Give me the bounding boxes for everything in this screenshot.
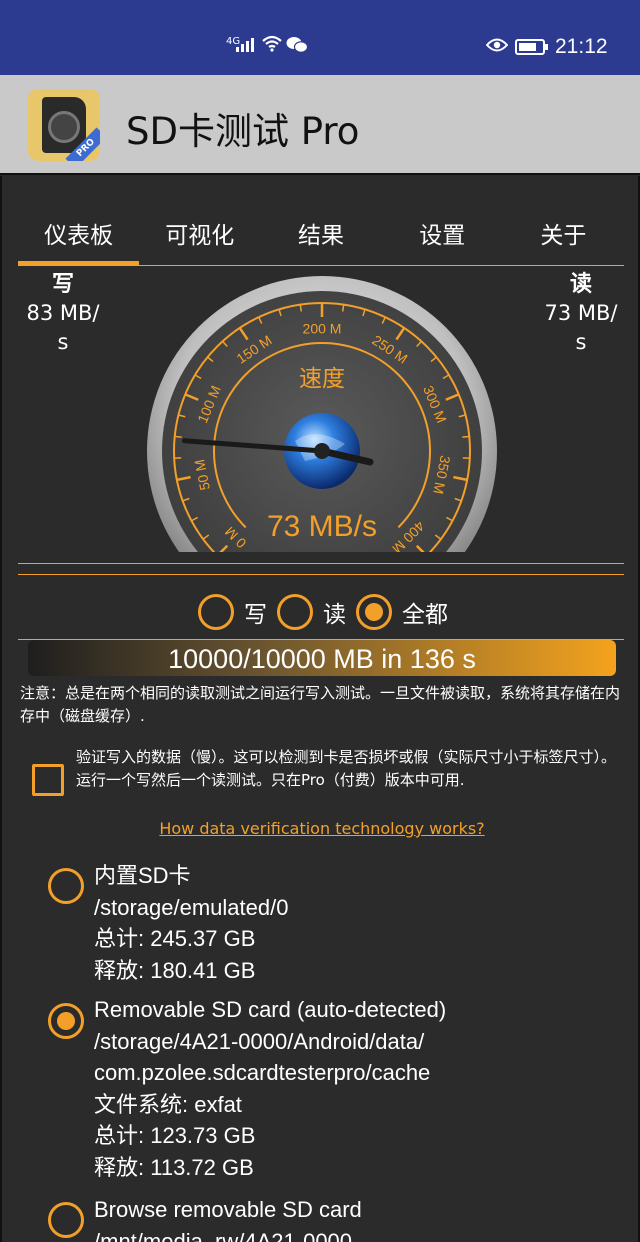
storage-removable-radio[interactable] [48, 1003, 84, 1039]
storage-internal-path: /storage/emulated/0 [94, 894, 289, 920]
tab-about[interactable]: 关于 [503, 204, 624, 264]
read-label: 读 [569, 272, 592, 297]
wechat-icon [286, 37, 308, 53]
storage-browse-radio[interactable] [48, 1202, 84, 1238]
tab-bar: 仪表板 可视化 结果 设置 关于 [18, 204, 624, 265]
write-value-line2: s [57, 330, 69, 354]
app-title: SD卡测试 Pro [126, 110, 360, 153]
needle-hub [314, 443, 330, 459]
signal-icon [236, 38, 254, 52]
battery-icon [515, 39, 548, 55]
tab-dashboard[interactable]: 仪表板 [18, 204, 140, 265]
read-value-line1: 73 MB/ [544, 301, 618, 325]
gauge-tick [174, 435, 182, 438]
verification-help-link[interactable]: How data verification technology works? [2, 819, 640, 838]
verify-data-label: 验证写入的数据（慢）。这可以检测到卡是否损坏或假（实际尺寸小于标签尺寸）。运行一… [76, 748, 617, 789]
speedometer-gauge: 0 M50 M100 M150 M200 M250 M300 M350 M400… [147, 276, 497, 552]
write-value-line1: 83 MB/ [26, 301, 100, 325]
gauge-tick [299, 304, 303, 312]
mode-write-radio[interactable] [198, 594, 234, 630]
read-value-line2: s [575, 330, 587, 354]
wifi-icon [262, 35, 282, 52]
tab-settings[interactable]: 设置 [382, 204, 503, 264]
gauge-tick-label: 200 M [303, 321, 342, 337]
storage-removable-fs: 文件系统: exfat [94, 1091, 242, 1117]
storage-browse-name: Browse removable SD card [94, 1197, 362, 1222]
mode-write-label[interactable]: 写 [244, 595, 267, 629]
app-bar: PRO SD卡测试 Pro [0, 75, 640, 175]
storage-internal-radio[interactable] [48, 868, 84, 904]
gauge-tick [462, 435, 470, 438]
app-logo-icon: PRO [28, 89, 100, 161]
storage-browse-path: /mnt/media_rw/4A21-0000 [94, 1228, 353, 1242]
mode-read-radio[interactable] [277, 594, 313, 630]
write-speed-stat: 写 83 MB/ s [18, 270, 108, 357]
storage-removable-total: 总计: 123.73 GB [94, 1123, 256, 1148]
storage-internal-free: 释放: 180.41 GB [94, 957, 256, 983]
storage-removable-path2: com.pzolee.sdcardtesterpro/cache [94, 1060, 431, 1085]
storage-removable-free: 释放: 113.72 GB [94, 1154, 254, 1180]
storage-browse-option[interactable]: Browse removable SD card /mnt/media_rw/4… [94, 1194, 614, 1242]
tab-divider [18, 265, 624, 266]
storage-internal-total: 总计: 245.37 GB [94, 926, 256, 951]
tab-results[interactable]: 结果 [260, 204, 381, 264]
dashboard-panel: 仪表板 可视化 结果 设置 关于 写 83 MB/ s 读 73 MB/ s 0… [0, 176, 640, 1242]
gauge-title: 速度 [299, 366, 345, 392]
eye-icon [486, 38, 508, 52]
storage-internal-name: 内置SD卡 [94, 863, 191, 888]
clock: 21:12 [555, 35, 608, 58]
mode-read-label[interactable]: 读 [323, 595, 346, 629]
storage-removable-option[interactable]: Removable SD card (auto-detected) /stora… [94, 994, 614, 1183]
test-progress-bar: 10000/10000 MB in 136 s [28, 640, 616, 676]
tab-visualization[interactable]: 可视化 [139, 204, 260, 264]
verify-data-checkbox[interactable] [32, 764, 64, 796]
storage-internal-option[interactable]: 内置SD卡 /storage/emulated/0 总计: 245.37 GB … [94, 860, 614, 986]
write-label: 写 [51, 272, 74, 297]
gauge-tick [341, 304, 345, 312]
gauge-readout: 73 MB/s [267, 510, 377, 543]
progress-text: 10000/10000 MB in 136 s [168, 644, 476, 674]
divider-top [18, 563, 624, 564]
mode-all-label[interactable]: 全都 [402, 595, 448, 629]
storage-removable-path1: /storage/4A21-0000/Android/data/ [94, 1028, 425, 1054]
storage-removable-name: Removable SD card (auto-detected) [94, 997, 447, 1022]
read-speed-stat: 读 73 MB/ s [536, 270, 626, 357]
cache-note: 注意：总是在两个相同的读取测试之间运行写入测试。一旦文件被读取，系统将其存储在内… [20, 684, 621, 725]
test-mode-selector: 写 读 全都 [198, 594, 458, 630]
divider-bottom [18, 574, 624, 575]
status-bar: 4G 21:12 [0, 0, 640, 75]
mode-all-radio[interactable] [356, 594, 392, 630]
